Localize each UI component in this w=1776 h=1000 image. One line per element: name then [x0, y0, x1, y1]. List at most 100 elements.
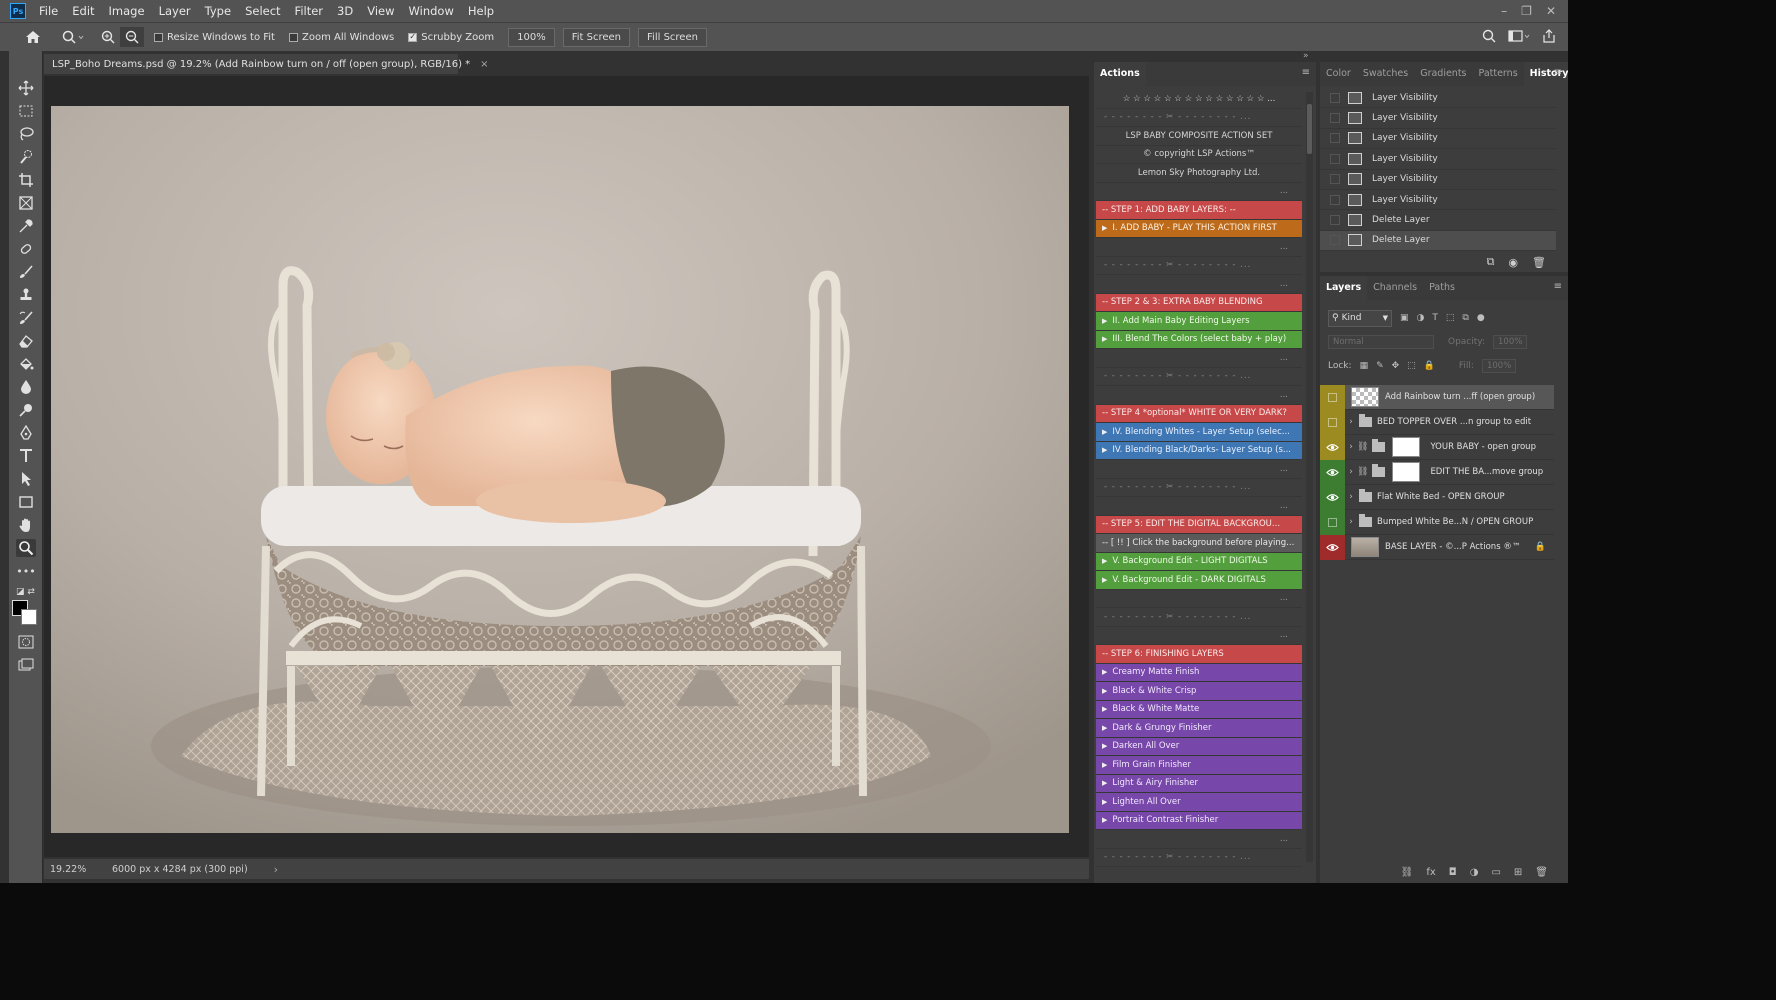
- lock-position-icon[interactable]: ✥: [1392, 361, 1400, 371]
- expand-arrow-icon[interactable]: ▶: [1102, 428, 1107, 436]
- paint-bucket-tool-icon[interactable]: [16, 355, 36, 373]
- dodge-tool-icon[interactable]: [16, 401, 36, 419]
- actions-scrollbar[interactable]: [1306, 92, 1313, 862]
- panel-menu-icon[interactable]: ≡: [1302, 67, 1310, 78]
- action-item[interactable]: ▶ V. Background Edit - DARK DIGITALS: [1096, 571, 1302, 590]
- action-item[interactable]: -- STEP 2 & 3: EXTRA BABY BLENDING: [1096, 293, 1302, 312]
- chevron-right-icon[interactable]: ›: [1345, 467, 1357, 477]
- expand-arrow-icon[interactable]: ▶: [1102, 317, 1107, 325]
- history-state[interactable]: Layer Visibility: [1320, 108, 1556, 129]
- filter-pixel-icon[interactable]: ▣: [1400, 313, 1409, 323]
- path-selection-tool-icon[interactable]: [16, 470, 36, 488]
- action-item[interactable]: - - - - - - - - ✂ - - - - - - - - ...: [1096, 608, 1302, 627]
- action-item[interactable]: - - - - - - - - ✂ - - - - - - - - ...: [1096, 849, 1302, 867]
- panel-collapse-icon[interactable]: »: [1303, 51, 1309, 61]
- action-item[interactable]: ☆ ☆ ☆ ☆ ☆ ☆ ☆ ☆ ☆ ☆ ☆ ☆ ☆ ☆ ...: [1096, 90, 1302, 109]
- history-brush-tool-icon[interactable]: [16, 309, 36, 327]
- chevron-right-icon[interactable]: ›: [1345, 417, 1357, 427]
- eraser-tool-icon[interactable]: [16, 332, 36, 350]
- layer-row[interactable]: › ⛓ EDIT THE BA...move group: [1320, 459, 1554, 485]
- expand-arrow-icon[interactable]: ▶: [1102, 798, 1107, 806]
- hand-tool-icon[interactable]: [16, 516, 36, 534]
- layer-row[interactable]: › Flat White Bed - OPEN GROUP: [1320, 484, 1554, 510]
- history-state[interactable]: Layer Visibility: [1320, 190, 1556, 211]
- scrubby-zoom-checkbox[interactable]: ✓ Scrubby Zoom: [408, 32, 494, 43]
- tab-channels[interactable]: Channels: [1367, 276, 1423, 300]
- history-brush-source-box[interactable]: [1330, 153, 1340, 164]
- action-item[interactable]: ...: [1096, 830, 1302, 849]
- scrollbar-thumb[interactable]: [1307, 104, 1312, 154]
- move-tool-icon[interactable]: [16, 79, 36, 97]
- action-item[interactable]: ...: [1096, 627, 1302, 645]
- action-item[interactable]: ▶ Black & White Crisp: [1096, 682, 1302, 701]
- filter-toggle-icon[interactable]: ●: [1477, 313, 1485, 323]
- history-state[interactable]: Delete Layer: [1320, 210, 1556, 231]
- zoom-level-readout[interactable]: 19.22%: [50, 864, 102, 875]
- layer-row[interactable]: › Bumped White Be...N / OPEN GROUP: [1320, 509, 1554, 535]
- lock-paint-icon[interactable]: ✎: [1376, 361, 1384, 371]
- layer-row[interactable]: Add Rainbow turn ...ff (open group): [1320, 384, 1554, 410]
- document-tab[interactable]: LSP_Boho Dreams.psd @ 19.2% (Add Rainbow…: [44, 54, 489, 74]
- menu-layer[interactable]: Layer: [152, 0, 198, 22]
- action-item[interactable]: ...: [1096, 349, 1302, 368]
- action-item[interactable]: © copyright LSP Actions™: [1096, 146, 1302, 164]
- history-brush-source-box[interactable]: [1330, 215, 1340, 226]
- zoom-out-icon[interactable]: [120, 27, 144, 47]
- action-item[interactable]: ▶ Film Grain Finisher: [1096, 756, 1302, 775]
- tab-paths[interactable]: Paths: [1423, 276, 1461, 300]
- lock-transparent-icon[interactable]: ▦: [1360, 361, 1369, 371]
- zoom-tool-preset-icon[interactable]: [56, 30, 90, 44]
- visibility-toggle[interactable]: [1320, 509, 1345, 535]
- action-item[interactable]: LSP BABY COMPOSITE ACTION SET: [1096, 127, 1302, 146]
- eyedropper-tool-icon[interactable]: [16, 217, 36, 235]
- expand-arrow-icon[interactable]: ▶: [1102, 724, 1107, 732]
- tab-layers[interactable]: Layers: [1320, 276, 1368, 300]
- action-item[interactable]: ▶ IV. Blending Black/Darks- Layer Setup (…: [1096, 441, 1302, 460]
- delete-layer-icon[interactable]: 🗑: [1535, 867, 1548, 878]
- history-state[interactable]: Delete Layer: [1320, 230, 1556, 252]
- checkbox-checked-icon[interactable]: ✓: [408, 32, 418, 42]
- menu-view[interactable]: View: [360, 0, 401, 22]
- action-item[interactable]: ...: [1096, 497, 1302, 516]
- chevron-right-icon[interactable]: ›: [1345, 442, 1357, 452]
- history-brush-source-box[interactable]: [1330, 133, 1340, 144]
- action-item[interactable]: - - - - - - - - ✂ - - - - - - - - ...: [1096, 109, 1302, 127]
- chevron-right-icon[interactable]: ›: [1345, 517, 1357, 527]
- history-state[interactable]: Layer Visibility: [1320, 129, 1556, 150]
- background-color-swatch[interactable]: [21, 609, 37, 625]
- action-item[interactable]: - - - - - - - - ✂ - - - - - - - - ...: [1096, 257, 1302, 275]
- brush-tool-icon[interactable]: [16, 263, 36, 281]
- opacity-input[interactable]: 100%: [1493, 335, 1528, 349]
- default-colors-icon[interactable]: ◪ ⇄: [16, 583, 36, 601]
- tab-actions[interactable]: Actions: [1094, 62, 1146, 86]
- checkbox-box[interactable]: [288, 32, 298, 42]
- pen-tool-icon[interactable]: [16, 424, 36, 442]
- action-item[interactable]: ▶ Light & Airy Finisher: [1096, 774, 1302, 793]
- action-item[interactable]: Lemon Sky Photography Ltd.: [1096, 164, 1302, 183]
- history-brush-source-box[interactable]: [1330, 235, 1340, 246]
- action-item[interactable]: ▶ Portrait Contrast Finisher: [1096, 811, 1302, 830]
- menu-select[interactable]: Select: [238, 0, 287, 22]
- history-brush-source-box[interactable]: [1330, 174, 1340, 185]
- mask-link-icon[interactable]: ⛓: [1357, 442, 1368, 452]
- history-brush-source-box[interactable]: [1330, 113, 1340, 124]
- blur-tool-icon[interactable]: [16, 378, 36, 396]
- layer-row[interactable]: BASE LAYER - ©...P Actions ®™ 🔒: [1320, 534, 1554, 560]
- panel-menu-icon[interactable]: ≡: [1554, 281, 1562, 292]
- action-item[interactable]: - - - - - - - - ✂ - - - - - - - - ...: [1096, 479, 1302, 497]
- visibility-toggle[interactable]: [1320, 384, 1345, 410]
- zoom-all-windows-checkbox[interactable]: Zoom All Windows: [288, 32, 394, 43]
- action-item[interactable]: -- STEP 6: FINISHING LAYERS: [1096, 645, 1302, 664]
- filter-smart-object-icon[interactable]: ⧉: [1462, 313, 1468, 323]
- action-item[interactable]: ▶ Lighten All Over: [1096, 793, 1302, 812]
- history-state[interactable]: Layer Visibility: [1320, 149, 1556, 170]
- checkbox-box[interactable]: [154, 32, 163, 42]
- chevron-right-icon[interactable]: ›: [1345, 492, 1357, 502]
- layer-row[interactable]: › ⛓ YOUR BABY - open group: [1320, 434, 1554, 460]
- home-icon[interactable]: [18, 30, 48, 44]
- snapshot-camera-icon[interactable]: ◉: [1508, 256, 1518, 269]
- rectangle-tool-icon[interactable]: [16, 493, 36, 511]
- action-item[interactable]: ▶ II. Add Main Baby Editing Layers: [1096, 312, 1302, 331]
- history-state[interactable]: Layer Visibility: [1320, 170, 1556, 190]
- menu-type[interactable]: Type: [198, 0, 238, 22]
